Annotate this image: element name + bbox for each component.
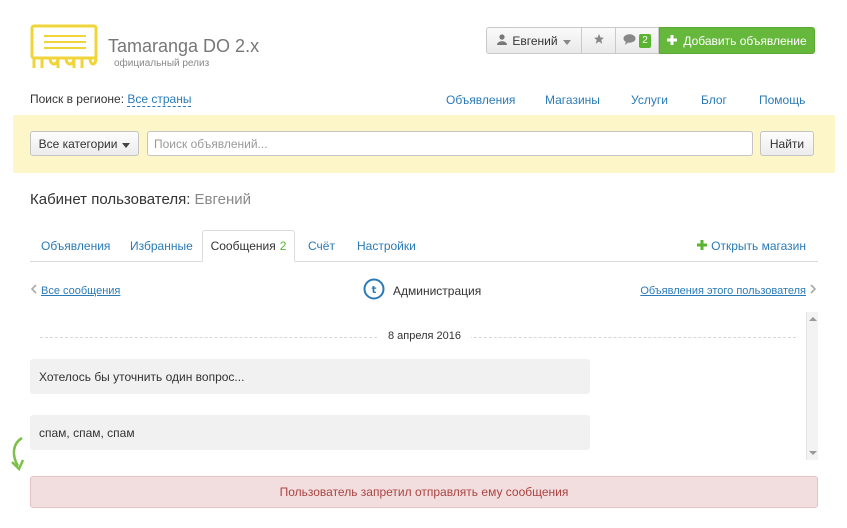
tab-ads[interactable]: Объявления xyxy=(41,239,110,253)
tab-account[interactable]: Счёт xyxy=(308,239,335,253)
category-dropdown[interactable]: Все категории xyxy=(30,131,139,156)
tab-messages[interactable]: Сообщения 2 xyxy=(202,230,295,262)
admin-logo-icon: t xyxy=(363,278,385,303)
svg-text:t: t xyxy=(372,285,377,296)
brand-subtitle: официальный релиз xyxy=(114,58,210,69)
header-actions: Евгений 2 Добавить объявление xyxy=(486,27,815,54)
brand-title[interactable]: Tamaranga DO 2.x xyxy=(108,36,259,57)
star-icon xyxy=(593,33,605,48)
message-bubble: Хотелось бы уточнить один вопрос... xyxy=(30,359,590,394)
open-shop-label: Открыть магазин xyxy=(711,239,806,253)
blocked-alert: Пользователь запретил отправлять ему соо… xyxy=(30,476,818,508)
chat-icon xyxy=(623,33,636,48)
tab-favorites[interactable]: Избранные xyxy=(130,239,193,253)
conversation-name: Администрация xyxy=(393,283,482,298)
region-label: Поиск в регионе: xyxy=(30,92,125,106)
caret-down-icon xyxy=(562,34,571,48)
back-to-messages[interactable]: Все сообщения xyxy=(30,284,120,297)
scroll-up-icon[interactable] xyxy=(809,317,817,321)
back-label: Все сообщения xyxy=(41,284,121,297)
add-ad-label: Добавить объявление xyxy=(683,33,807,48)
plus-icon xyxy=(697,239,708,253)
user-menu-label: Евгений xyxy=(512,33,558,48)
conversation-header: t Администрация xyxy=(363,278,481,303)
page-title-label: Кабинет пользователя: xyxy=(30,191,191,208)
messages-badge: 2 xyxy=(639,33,651,48)
scroll-down-icon[interactable] xyxy=(809,451,817,455)
tabs-divider xyxy=(30,261,818,262)
category-label: Все категории xyxy=(38,136,118,151)
user-ads-label: Объявления этого пользователя xyxy=(640,284,806,297)
user-icon xyxy=(497,33,508,48)
region-selector: Поиск в регионе: Все страны xyxy=(30,92,192,107)
chevron-right-icon xyxy=(810,284,817,297)
nav-services[interactable]: Услуги xyxy=(631,93,668,107)
nav-help[interactable]: Помощь xyxy=(759,93,805,107)
open-shop-link[interactable]: Открыть магазин xyxy=(697,239,806,253)
scrollbar[interactable] xyxy=(806,312,818,460)
logo-icon[interactable] xyxy=(30,24,98,70)
curved-arrow-icon xyxy=(8,436,30,472)
page-title-user: Евгений xyxy=(194,191,252,208)
caret-down-icon xyxy=(122,137,131,151)
nav-ads[interactable]: Объявления xyxy=(446,93,515,107)
chevron-left-icon xyxy=(30,284,37,297)
date-label: 8 апреля 2016 xyxy=(378,330,472,342)
favorites-button[interactable] xyxy=(582,27,616,54)
nav-shops[interactable]: Магазины xyxy=(545,93,600,107)
user-ads-link[interactable]: Объявления этого пользователя xyxy=(640,284,817,297)
tab-messages-label: Сообщения xyxy=(210,239,276,253)
plus-icon xyxy=(667,34,678,48)
message-list[interactable]: 8 апреля 2016 Хотелось бы уточнить один … xyxy=(30,312,818,460)
messages-button[interactable]: 2 xyxy=(616,27,659,54)
add-ad-button[interactable]: Добавить объявление xyxy=(659,27,815,54)
message-bubble: спам, спам, спам xyxy=(30,415,590,450)
region-link[interactable]: Все страны xyxy=(127,92,192,107)
user-menu-button[interactable]: Евгений xyxy=(486,27,582,54)
search-button[interactable]: Найти xyxy=(760,131,814,156)
page-title: Кабинет пользователя: Евгений xyxy=(30,191,251,208)
nav-blog[interactable]: Блог xyxy=(701,93,727,107)
tab-messages-count: 2 xyxy=(279,239,287,253)
tab-settings[interactable]: Настройки xyxy=(357,239,416,253)
search-input[interactable] xyxy=(147,131,753,156)
